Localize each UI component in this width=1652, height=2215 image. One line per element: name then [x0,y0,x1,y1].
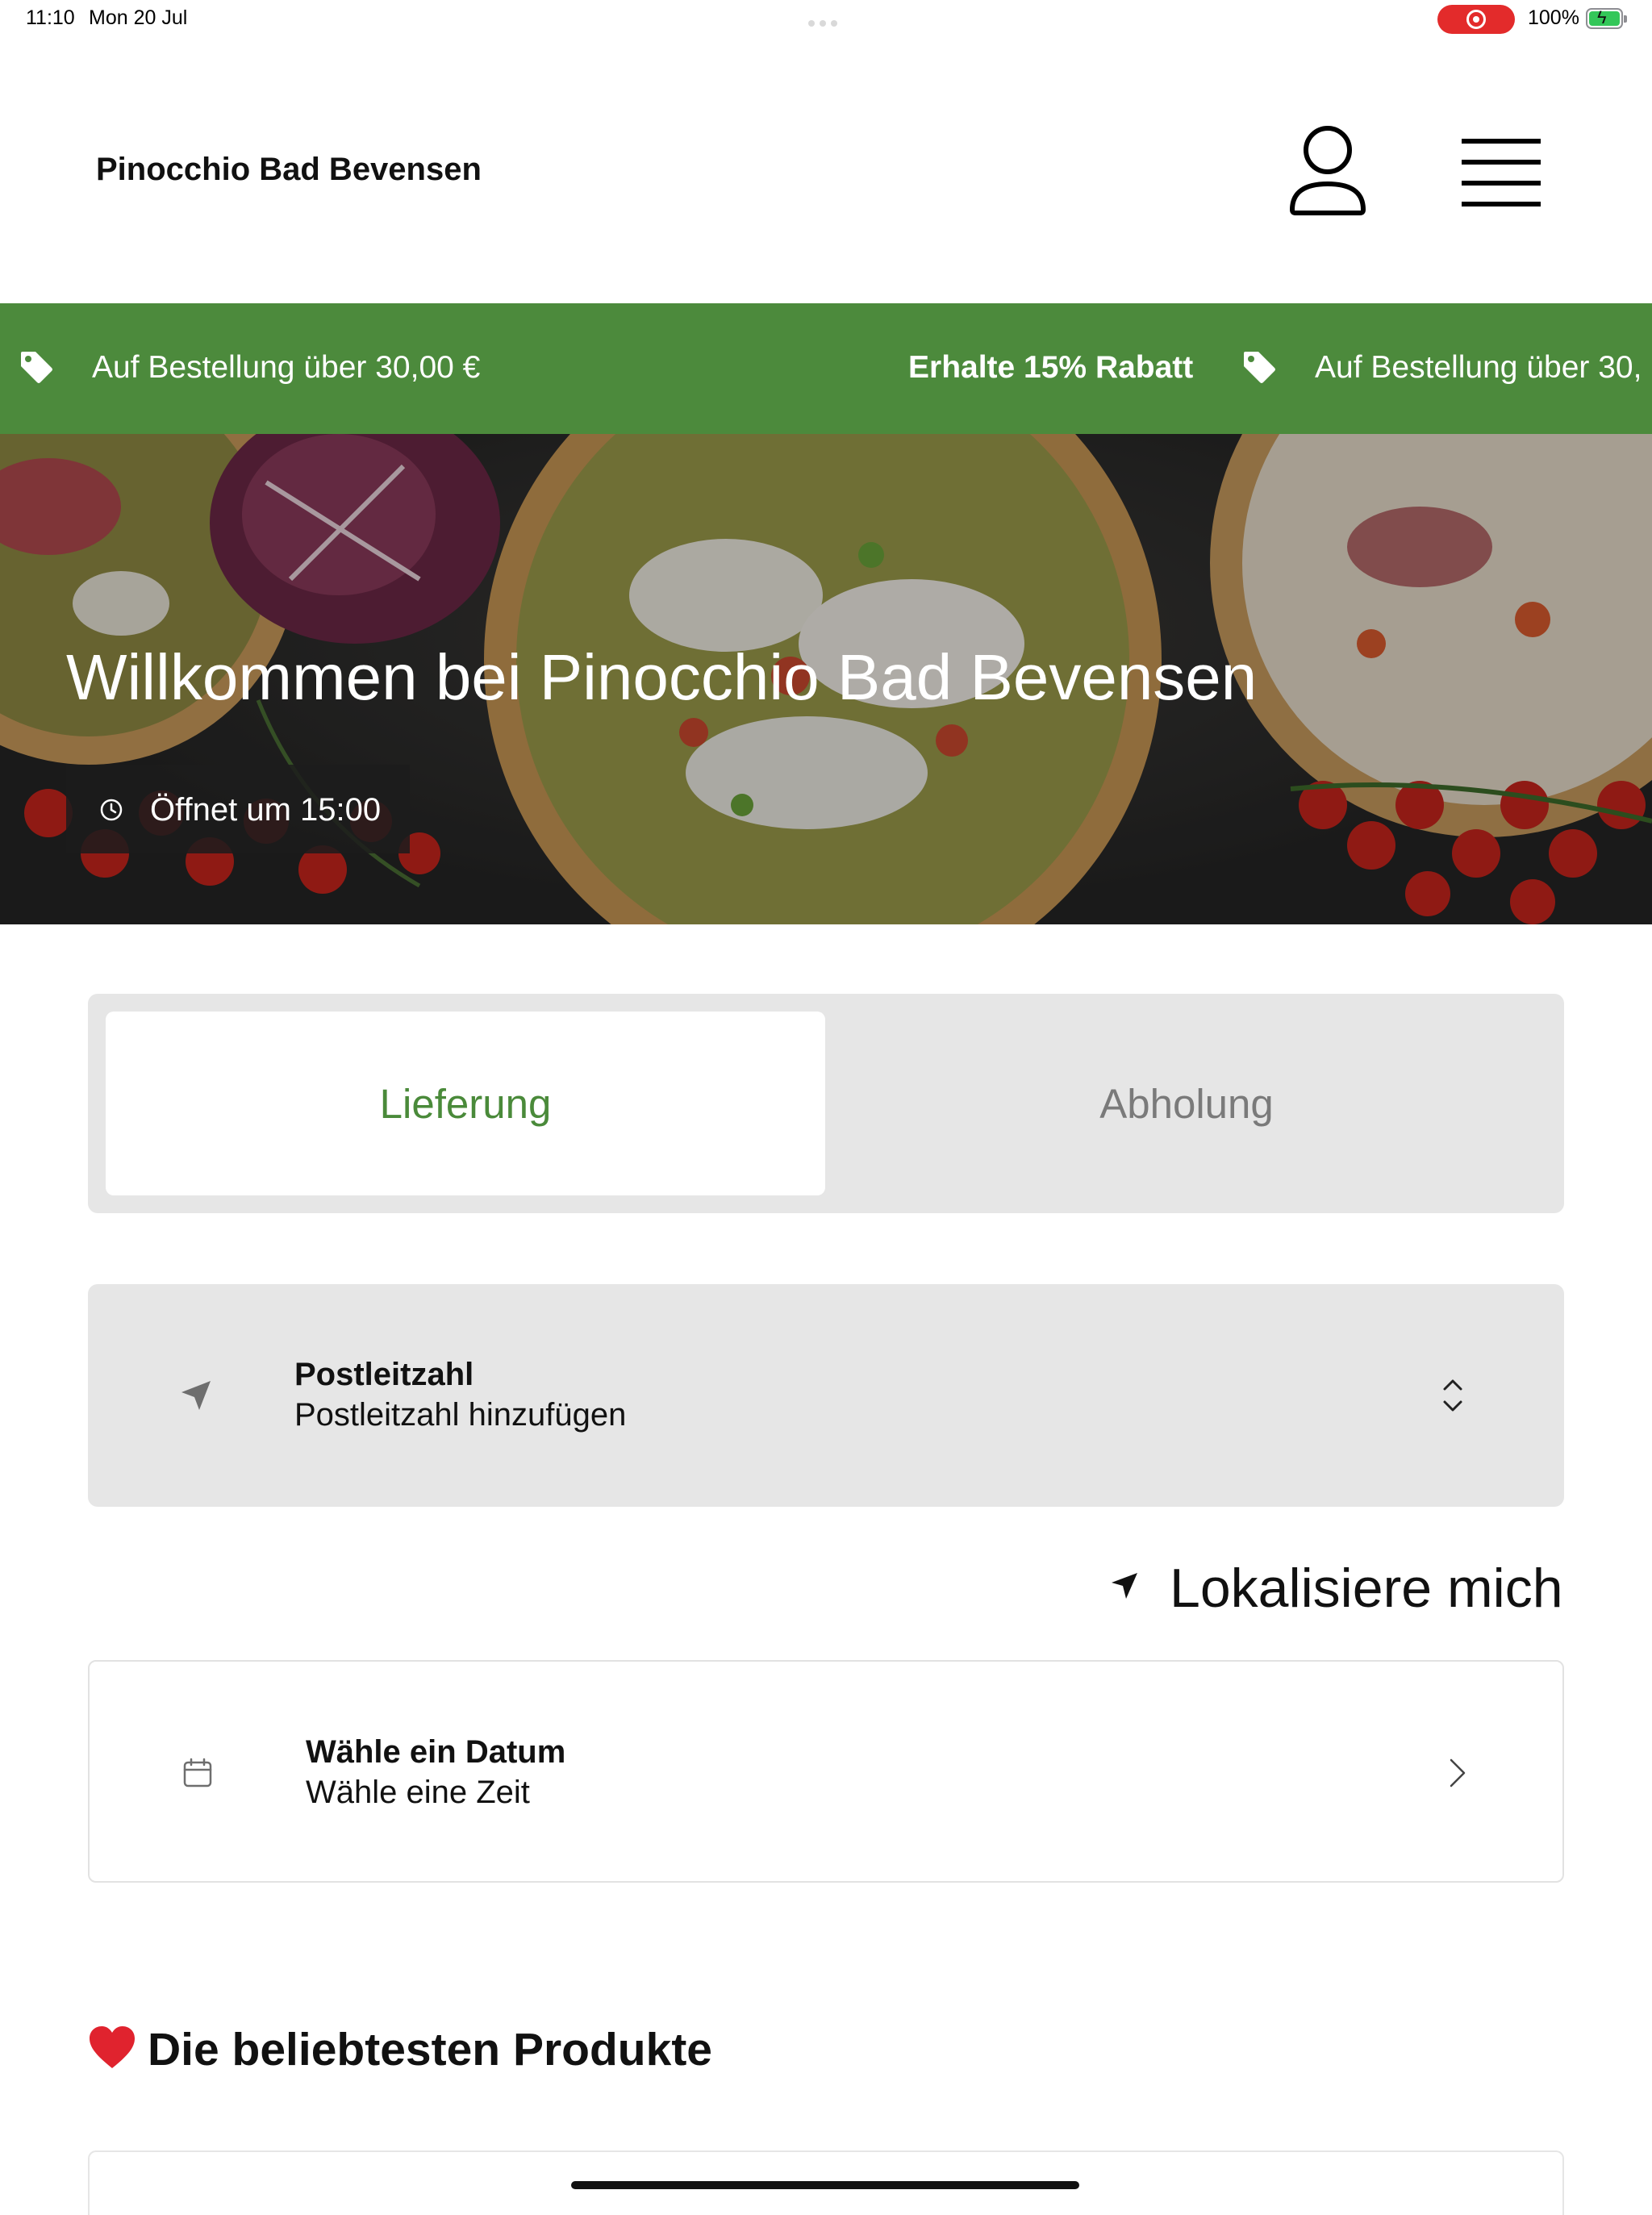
multitasking-dots-icon[interactable] [808,16,844,27]
popular-products-title: Die beliebtesten Produkte [148,2024,713,2075]
location-arrow-icon [1112,1573,1137,1599]
battery-percentage: 100% [1528,6,1579,29]
restaurant-name: Pinocchio Bad Bevensen [96,152,482,187]
battery-icon: ϟ [1586,7,1627,29]
promo-min-order-repeat: Auf Bestellung über 30, [1315,350,1642,385]
chevron-right-icon [1450,1758,1466,1787]
account-button[interactable] [1287,123,1368,219]
home-indicator[interactable] [571,2181,1079,2189]
hamburger-menu-icon [1462,139,1541,206]
promo-discount: Erhalte 15% Rabatt [908,350,1194,385]
heart-icon [90,2026,135,2068]
locate-me-label: Lokalisiere mich [1170,1558,1563,1619]
promo-banner: Auf Bestellung über 30,00 € Erhalte 15% … [0,303,1652,434]
tag-icon [1244,352,1275,383]
date-label: Wähle ein Datum [306,1734,566,1770]
clock-icon [100,799,123,821]
date-time-selector[interactable]: Wähle ein Datum Wähle eine Zeit [88,1660,1564,1883]
status-bar: 11:10 Mon 20 Jul 100% ϟ [0,0,1652,39]
chevron-up-down-icon [1443,1379,1462,1412]
menu-button[interactable] [1457,132,1547,213]
hero-banner: Willkommen bei Pinocchio Bad Bevensen Öf… [0,434,1652,924]
opening-hours-badge: Öffnet um 15:00 [66,765,410,853]
promo-min-order: Auf Bestellung über 30,00 € [92,350,481,385]
locate-me-button[interactable]: Lokalisiere mich [1105,1552,1565,1619]
postcode-selector[interactable]: Postleitzahl Postleitzahl hinzufügen [88,1284,1564,1507]
tag-icon [21,352,52,383]
postcode-value: Postleitzahl hinzufügen [294,1397,627,1433]
tab-delivery[interactable]: Lieferung [106,1012,825,1195]
tab-pickup[interactable]: Abholung [827,1012,1546,1195]
hero-title: Willkommen bei Pinocchio Bad Bevensen [66,641,1258,713]
status-time: 11:10 [26,6,75,29]
postcode-label: Postleitzahl [294,1357,474,1392]
opening-time: Öffnet um 15:00 [150,792,382,828]
user-icon [1290,126,1366,215]
order-type-toggle: Lieferung Abholung [88,994,1564,1213]
calendar-icon [183,1758,212,1787]
navigation-arrow-icon [181,1381,211,1410]
status-date: Mon 20 Jul [89,6,188,29]
screen-recording-icon[interactable] [1437,5,1515,34]
time-value: Wähle eine Zeit [306,1775,530,1810]
popular-products-heading: Die beliebtesten Produkte [88,2023,712,2076]
